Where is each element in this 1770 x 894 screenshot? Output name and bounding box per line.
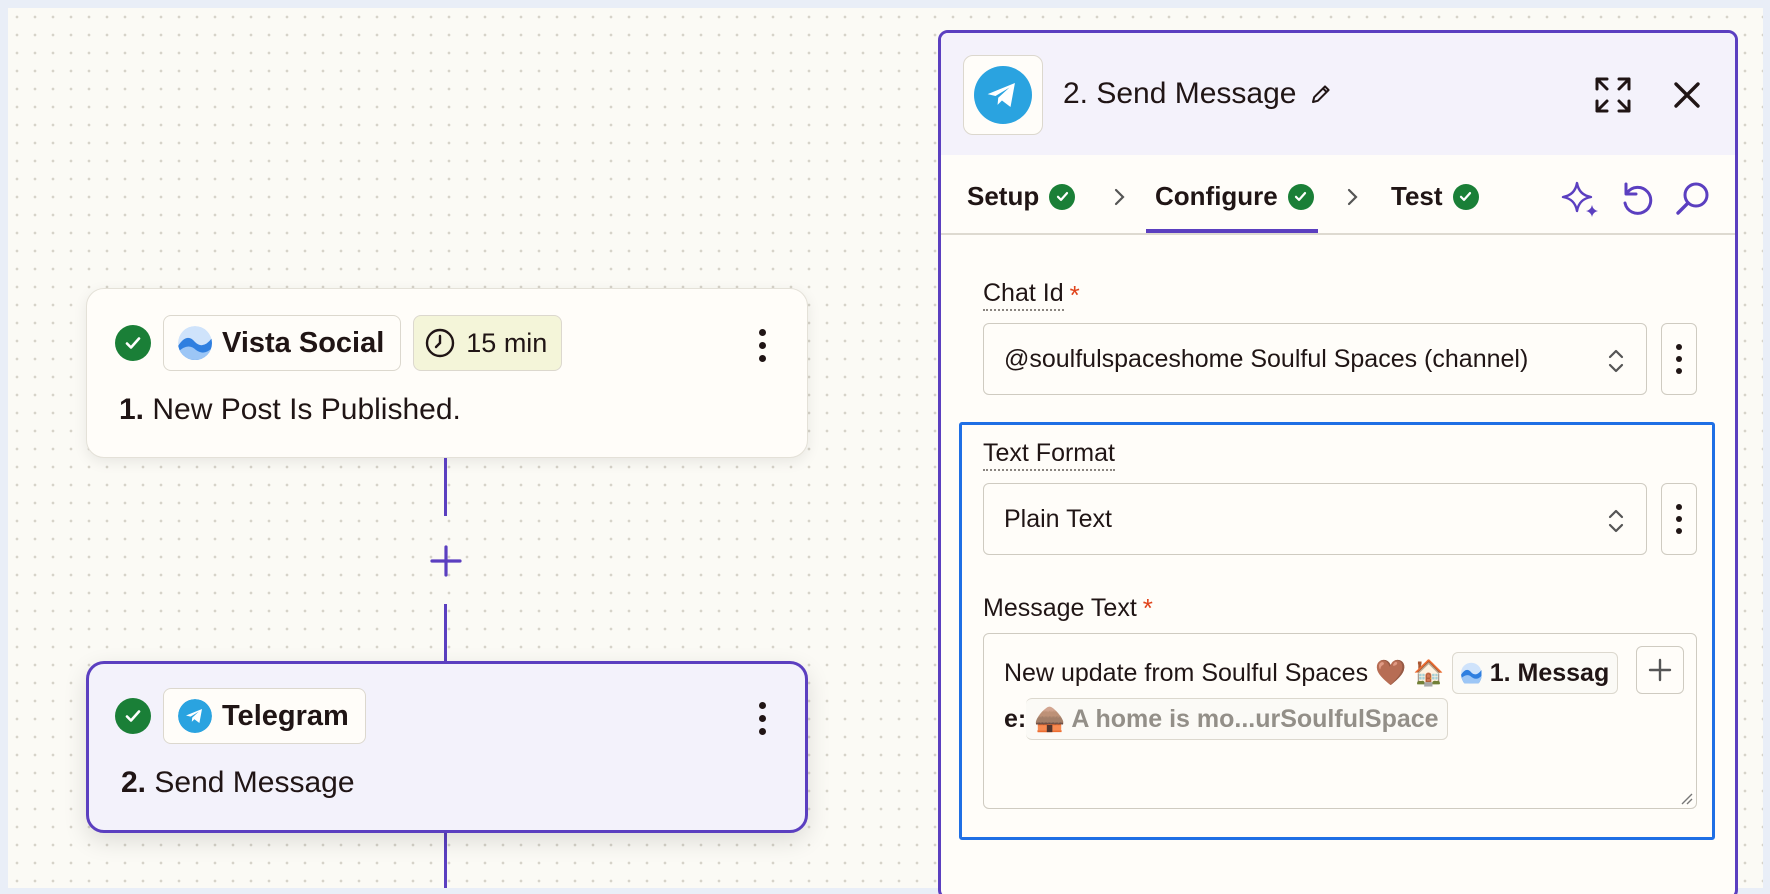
pill-label: 1. Messag <box>1489 658 1610 687</box>
app-name: Vista Social <box>222 326 385 359</box>
interval-badge: 15 min <box>413 315 563 371</box>
message-text-label: Message Text * <box>983 593 1153 624</box>
panel-title-text: 2. Send Message <box>1063 77 1297 110</box>
updown-chevron-icon <box>1608 349 1624 373</box>
chat-id-select[interactable]: @soulfulspaceshome Soulful Spaces (chann… <box>983 323 1647 395</box>
message-static-text: New update from Soulful Spaces 🤎 🏠 <box>1004 658 1445 687</box>
telegram-icon <box>178 699 212 733</box>
updown-chevron-icon <box>1608 509 1624 533</box>
check-circle-icon <box>115 325 151 361</box>
text-format-options-button[interactable] <box>1661 483 1697 555</box>
panel-header: 2. Send Message <box>941 33 1735 155</box>
chevron-right-icon <box>1114 188 1125 206</box>
select-value: @soulfulspaceshome Soulful Spaces (chann… <box>1004 344 1529 373</box>
panel-title: 2. Send Message <box>1063 77 1334 111</box>
check-circle-icon <box>1452 183 1479 210</box>
tab-configure[interactable]: Configure <box>1155 181 1314 212</box>
undo-icon[interactable] <box>1617 179 1657 219</box>
tab-setup[interactable]: Setup <box>967 181 1076 212</box>
pill-preview: 🛖 A home is mo...urSoulfulSpace <box>1034 704 1439 733</box>
interval-label: 15 min <box>466 327 548 358</box>
message-line: e: 🛖 A home is mo...urSoulfulSpace <box>1004 698 1448 740</box>
step-number: 2. <box>121 766 147 799</box>
insert-data-button[interactable] <box>1636 646 1684 694</box>
active-tab-indicator <box>1146 229 1318 233</box>
step-number: 1. <box>119 393 145 426</box>
required-marker: * <box>1069 279 1080 310</box>
action-step-card[interactable]: Telegram 2. Send Message <box>86 661 808 833</box>
clock-icon <box>426 328 455 358</box>
pill-label-continued: e: <box>1004 704 1027 733</box>
app-logo <box>963 55 1043 135</box>
tab-label: Setup <box>967 181 1040 211</box>
tab-label: Test <box>1391 181 1443 211</box>
step-title-text: New Post Is Published. <box>152 393 461 426</box>
message-line: New update from Soulful Spaces 🤎 🏠 1. Me… <box>1004 652 1619 694</box>
resize-handle-icon[interactable] <box>1679 791 1693 805</box>
check-circle-icon <box>1287 183 1314 210</box>
mapped-field-preview[interactable]: 🛖 A home is mo...urSoulfulSpace <box>1026 698 1448 740</box>
step-title: 2. Send Message <box>121 766 355 800</box>
text-format-label: Text Format <box>983 439 1115 471</box>
step-editor-panel: 2. Send Message Setup Configure Test Cha… <box>938 30 1738 894</box>
sparkle-icon[interactable] <box>1561 179 1601 219</box>
kebab-menu-icon[interactable] <box>759 329 769 368</box>
kebab-menu-icon[interactable] <box>759 702 769 741</box>
connector-line <box>444 458 447 516</box>
plus-icon <box>1648 658 1672 682</box>
step-title: 1. New Post Is Published. <box>119 393 461 427</box>
vista-social-icon <box>178 326 212 360</box>
required-marker: * <box>1142 593 1153 623</box>
close-icon[interactable] <box>1667 75 1707 115</box>
select-value: Plain Text <box>1004 504 1112 533</box>
pencil-icon[interactable] <box>1308 81 1334 107</box>
text-format-select[interactable]: Plain Text <box>983 483 1647 555</box>
tab-label: Configure <box>1155 181 1278 211</box>
step-tabs: Setup Configure Test <box>941 155 1735 235</box>
tab-test[interactable]: Test <box>1391 181 1479 212</box>
check-circle-icon <box>1049 183 1076 210</box>
chevron-right-icon <box>1347 188 1358 206</box>
mapped-field-pill[interactable]: 1. Messag <box>1452 652 1619 694</box>
app-chip: Telegram <box>163 688 366 744</box>
field-label-text: Message Text <box>983 594 1137 622</box>
trigger-step-card[interactable]: Vista Social 15 min 1. New Post Is Publi… <box>86 288 808 458</box>
chat-id-label: Chat Id * <box>983 279 1080 311</box>
app-name: Telegram <box>222 699 349 732</box>
connector-line <box>444 604 447 662</box>
step-header: Telegram <box>115 688 366 744</box>
connector-line <box>444 833 447 888</box>
app-chip: Vista Social <box>163 315 402 371</box>
plus-icon[interactable] <box>428 543 464 579</box>
field-label-text: Text Format <box>983 439 1115 471</box>
step-header: Vista Social 15 min <box>115 315 563 371</box>
step-title-text: Send Message <box>154 766 355 799</box>
field-label-text: Chat Id <box>983 279 1064 311</box>
check-circle-icon <box>115 698 151 734</box>
telegram-icon <box>974 66 1032 124</box>
message-text-input[interactable]: New update from Soulful Spaces 🤎 🏠 1. Me… <box>983 633 1697 809</box>
chat-id-options-button[interactable] <box>1661 323 1697 395</box>
expand-icon[interactable] <box>1593 75 1633 115</box>
search-icon[interactable] <box>1673 179 1713 219</box>
vista-social-icon <box>1461 662 1482 684</box>
